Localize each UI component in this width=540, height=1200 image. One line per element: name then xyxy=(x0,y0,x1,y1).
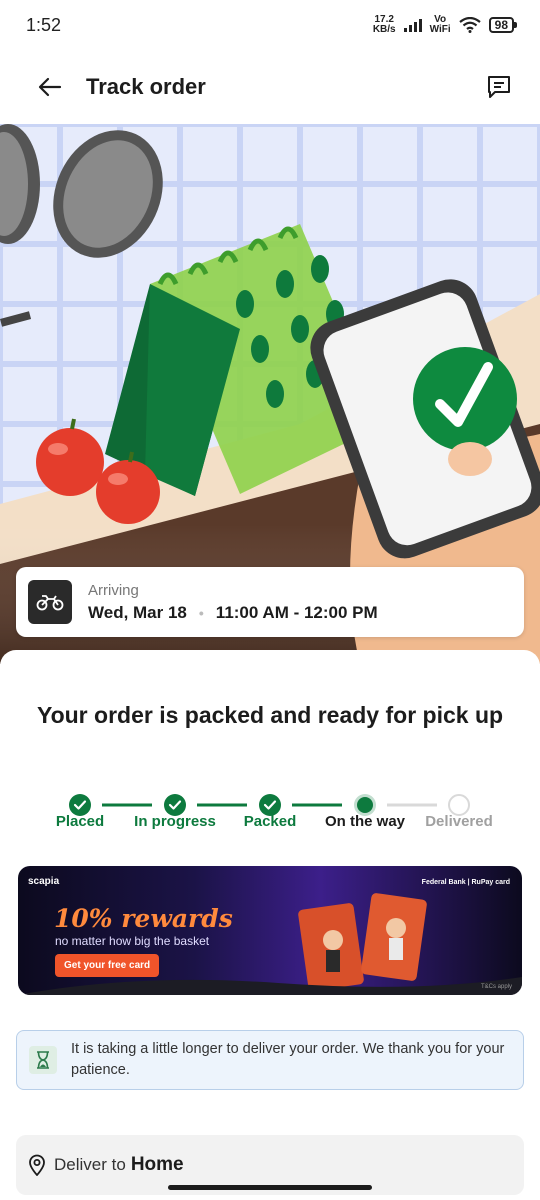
status-bar: 1:52 17.2 KB/s Vo WiFi 98 xyxy=(0,0,540,50)
step-label-on-the-way: On the way xyxy=(324,813,406,830)
status-icons: 17.2 KB/s Vo WiFi 98 xyxy=(372,14,518,35)
network-speed: 17.2 KB/s xyxy=(372,14,396,35)
arrival-card: Arriving Wed, Mar 18 • 11:00 AM - 12:00 … xyxy=(16,567,524,637)
banner-subtext: no matter how big the basket xyxy=(55,934,210,948)
step-label-packed: Packed xyxy=(243,813,297,830)
delay-notice-text: It is taking a little longer to deliver … xyxy=(71,1041,505,1078)
arrival-label: Arriving xyxy=(88,581,139,599)
step-label-delivered: Delivered xyxy=(425,813,493,830)
step-label-in-progress: In progress xyxy=(134,813,216,830)
home-indicator[interactable] xyxy=(168,1185,372,1190)
signal-icon xyxy=(403,18,422,32)
order-status-title: Your order is packed and ready for pick … xyxy=(36,702,504,728)
motorbike-icon xyxy=(28,580,72,624)
deliver-to-label: Deliver to xyxy=(54,1155,126,1174)
delay-notice: It is taking a little longer to deliver … xyxy=(16,1030,524,1090)
banner-partner: Federal Bank | RuPay card xyxy=(421,879,510,886)
arrow-left-icon[interactable] xyxy=(36,73,64,101)
promo-banner[interactable]: scapia Federal Bank | RuPay card 10% rew… xyxy=(18,866,522,995)
step-delivered-indicator xyxy=(448,794,470,816)
banner-terms: T&Cs apply xyxy=(480,984,512,990)
arrival-date: Wed, Mar 18 xyxy=(88,602,187,622)
page-title: Track order xyxy=(86,74,206,99)
separator: • xyxy=(198,604,204,621)
hourglass-icon xyxy=(29,1046,57,1074)
banner-wave-decoration xyxy=(18,977,522,995)
arrival-time-window: 11:00 AM - 12:00 PM xyxy=(215,602,378,622)
vowifi-indicator: Vo WiFi xyxy=(429,14,451,35)
battery-icon: 98 xyxy=(488,17,518,33)
wifi-icon xyxy=(458,17,481,33)
deliver-to-value: Home xyxy=(130,1154,184,1175)
top-app-bar: Track order xyxy=(0,50,540,124)
banner-headline: 10% rewards xyxy=(54,904,233,933)
chat-icon[interactable] xyxy=(484,72,514,102)
status-time: 1:52 xyxy=(26,14,62,35)
location-pin-icon xyxy=(29,1154,45,1176)
step-label-placed: Placed xyxy=(55,813,105,830)
banner-brand: scapia xyxy=(28,876,60,887)
order-tracking-sheet: Your order is packed and ready for pick … xyxy=(0,650,540,1200)
